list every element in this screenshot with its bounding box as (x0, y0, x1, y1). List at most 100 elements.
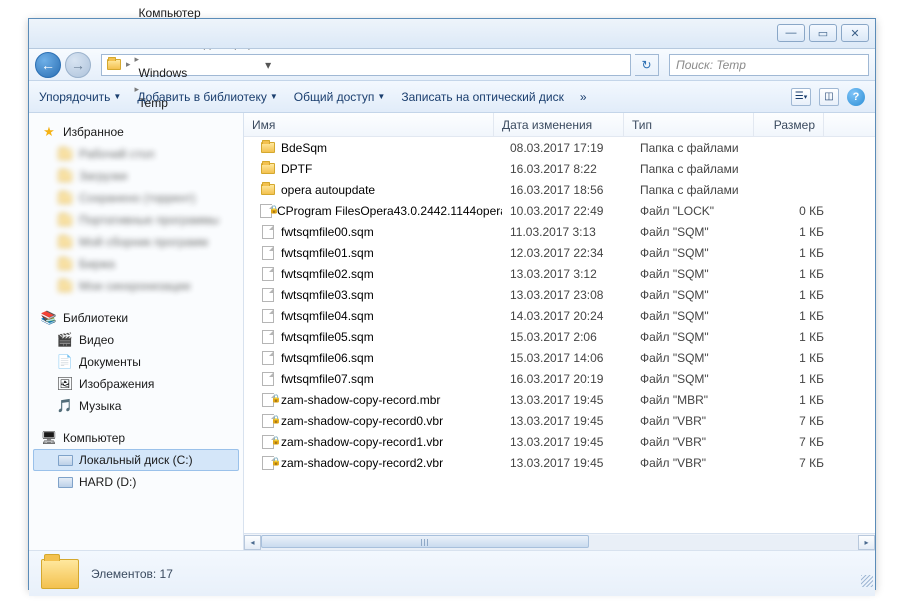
breadcrumb-item[interactable]: Windows (135, 65, 257, 81)
library-type-icon: 🎬 (57, 332, 73, 348)
scroll-right-button[interactable]: ▸ (858, 535, 875, 550)
file-row[interactable]: DPTF16.03.2017 8:22Папка с файлами (244, 158, 875, 179)
file-type: Файл "LOCK" (632, 204, 762, 218)
chevron-right-icon: ▸ (135, 54, 140, 64)
sidebar-favorite-item[interactable]: Мои синхронизации (33, 275, 239, 297)
sidebar-favorite-item[interactable]: Загрузки (33, 165, 239, 187)
file-type: Файл "VBR" (632, 456, 762, 470)
file-date: 13.03.2017 23:08 (502, 288, 632, 302)
file-type: Файл "SQM" (632, 267, 762, 281)
lock-icon (260, 392, 276, 408)
close-button[interactable]: ✕ (841, 24, 869, 42)
file-row[interactable]: fwtsqmfile02.sqm13.03.2017 3:12Файл "SQM… (244, 263, 875, 284)
file-date: 13.03.2017 19:45 (502, 435, 632, 449)
help-button[interactable]: ? (847, 88, 865, 106)
maximize-button[interactable]: ▭ (809, 24, 837, 42)
sidebar-library-item[interactable]: 📄Документы (33, 351, 239, 373)
file-type: Файл "SQM" (632, 288, 762, 302)
horizontal-scrollbar[interactable]: ◂ ▸ (244, 533, 875, 550)
file-row[interactable]: zam-shadow-copy-record0.vbr 13.03.2017 19… (244, 410, 875, 431)
sidebar-favorite-item[interactable]: Портативные программы (33, 209, 239, 231)
sidebar-favorite-item[interactable]: Рабочий стол (33, 143, 239, 165)
favorites-group[interactable]: ★Избранное (33, 121, 239, 143)
doc-icon (260, 245, 276, 261)
library-type-icon: 🖼 (57, 376, 73, 392)
file-name: fwtsqmfile07.sqm (281, 372, 374, 386)
chevron-right-icon: ▸ (126, 59, 131, 70)
organize-button[interactable]: Упорядочить▼ (39, 90, 121, 104)
folder-icon (57, 190, 73, 206)
column-type[interactable]: Тип (624, 113, 754, 136)
sidebar-drive-item[interactable]: HARD (D:) (33, 471, 239, 493)
burn-button[interactable]: Записать на оптический диск (401, 90, 564, 104)
lock-icon (260, 413, 276, 429)
file-size: 1 КБ (762, 246, 832, 260)
file-row[interactable]: fwtsqmfile03.sqm13.03.2017 23:08Файл "SQ… (244, 284, 875, 305)
libraries-group[interactable]: 📚Библиотеки (33, 307, 239, 329)
sidebar-favorite-item[interactable]: Мой сборник программ (33, 231, 239, 253)
sidebar-favorite-item[interactable]: Биржа (33, 253, 239, 275)
file-type: Файл "MBR" (632, 393, 762, 407)
file-name: zam-shadow-copy-record.mbr (281, 393, 440, 407)
add-to-library-button[interactable]: Добавить в библиотеку▼ (137, 90, 277, 104)
file-row[interactable]: fwtsqmfile07.sqm16.03.2017 20:19Файл "SQ… (244, 368, 875, 389)
resize-grip[interactable] (861, 575, 873, 587)
view-options-button[interactable]: ☰▾ (791, 88, 811, 106)
computer-group[interactable]: 🖥Компьютер (33, 427, 239, 449)
file-row[interactable]: opera autoupdate16.03.2017 18:56Папка с … (244, 179, 875, 200)
address-bar[interactable]: ▸ Компьютер▸Локальный диск (C:)▸Windows▸… (101, 54, 631, 76)
file-row[interactable]: BdeSqm08.03.2017 17:19Папка с файлами (244, 137, 875, 158)
file-date: 12.03.2017 22:34 (502, 246, 632, 260)
file-row[interactable]: zam-shadow-copy-record1.vbr13.03.2017 19… (244, 431, 875, 452)
file-size: 1 КБ (762, 351, 832, 365)
preview-pane-button[interactable]: ◫ (819, 88, 839, 106)
file-size: 7 КБ (762, 456, 832, 470)
file-type: Файл "VBR" (632, 435, 762, 449)
column-date[interactable]: Дата изменения (494, 113, 624, 136)
file-row[interactable]: fwtsqmfile06.sqm15.03.2017 14:06Файл "SQ… (244, 347, 875, 368)
scroll-thumb[interactable] (261, 535, 589, 548)
sidebar-drive-item[interactable]: Локальный диск (C:) (33, 449, 239, 471)
folder-icon (260, 182, 276, 198)
scroll-left-button[interactable]: ◂ (244, 535, 261, 550)
file-name: fwtsqmfile01.sqm (281, 246, 374, 260)
file-row[interactable]: fwtsqmfile01.sqm12.03.2017 22:34Файл "SQ… (244, 242, 875, 263)
refresh-button[interactable]: ↻ (635, 54, 659, 76)
column-size[interactable]: Размер (754, 113, 824, 136)
doc-icon (260, 266, 276, 282)
sidebar-library-item[interactable]: 🎬Видео (33, 329, 239, 351)
file-type: Папка с файлами (632, 183, 762, 197)
file-row[interactable]: fwtsqmfile00.sqm11.03.2017 3:13Файл "SQM… (244, 221, 875, 242)
minimize-button[interactable]: — (777, 24, 805, 42)
file-name: opera autoupdate (281, 183, 375, 197)
file-name: zam-shadow-copy-record0.vbr (281, 414, 443, 428)
back-button[interactable]: ← (35, 52, 61, 78)
sidebar-favorite-item[interactable]: Сохранено (торрент) (33, 187, 239, 209)
toolbar-overflow-button[interactable]: » (580, 90, 587, 104)
forward-button[interactable]: → (65, 52, 91, 78)
file-row[interactable]: CProgram FilesOpera43.0.2442.1144opera..… (244, 200, 875, 221)
folder-icon (260, 140, 276, 156)
file-type: Файл "SQM" (632, 309, 762, 323)
file-size: 7 КБ (762, 435, 832, 449)
file-row[interactable]: zam-shadow-copy-record.mbr13.03.2017 19:… (244, 389, 875, 410)
lock-icon (260, 434, 276, 450)
file-date: 13.03.2017 19:45 (502, 414, 632, 428)
column-name[interactable]: Имя (244, 113, 494, 136)
scroll-track[interactable] (261, 535, 858, 550)
file-date: 08.03.2017 17:19 (502, 141, 632, 155)
file-name: fwtsqmfile02.sqm (281, 267, 374, 281)
search-input[interactable]: Поиск: Temp (669, 54, 869, 76)
titlebar[interactable]: — ▭ ✕ (29, 19, 875, 49)
file-row[interactable]: zam-shadow-copy-record2.vbr13.03.2017 19… (244, 452, 875, 473)
file-row[interactable]: fwtsqmfile05.sqm15.03.2017 2:06Файл "SQM… (244, 326, 875, 347)
sidebar-library-item[interactable]: 🎵Музыка (33, 395, 239, 417)
file-type: Файл "SQM" (632, 351, 762, 365)
library-type-icon: 📄 (57, 354, 73, 370)
file-size: 0 КБ (762, 204, 832, 218)
file-row[interactable]: fwtsqmfile04.sqm14.03.2017 20:24Файл "SQ… (244, 305, 875, 326)
share-button[interactable]: Общий доступ▼ (294, 90, 386, 104)
sidebar-library-item[interactable]: 🖼Изображения (33, 373, 239, 395)
address-dropdown-icon[interactable]: ▾ (260, 58, 276, 72)
file-size: 1 КБ (762, 288, 832, 302)
